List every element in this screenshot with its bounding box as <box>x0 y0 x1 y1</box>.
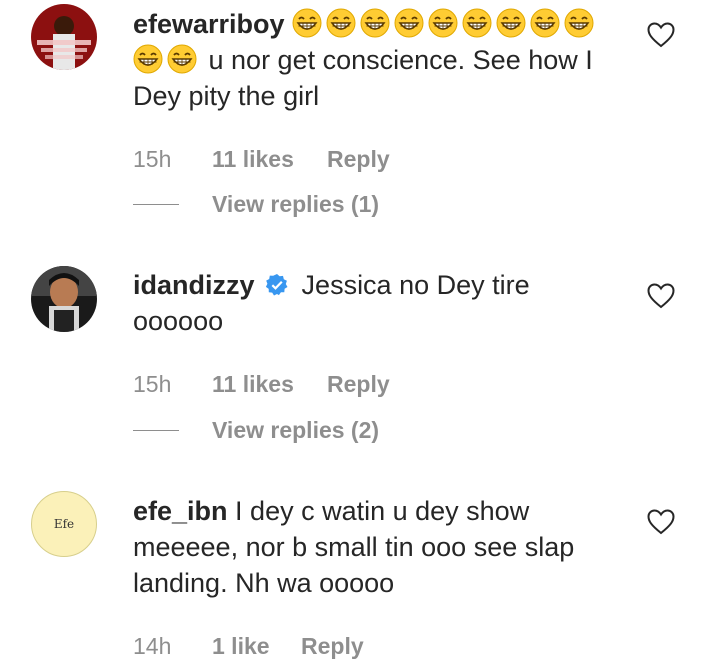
grinning-squinting-emoji-icon <box>496 8 526 38</box>
like-heart-icon[interactable] <box>647 509 675 535</box>
grinning-squinting-emoji-icon <box>462 8 492 38</box>
view-replies-link[interactable]: View replies (2) <box>212 415 379 445</box>
grinning-squinting-emoji-icon <box>530 8 560 38</box>
grinning-squinting-emoji-icon <box>564 8 594 38</box>
replies-divider <box>133 430 179 431</box>
grinning-squinting-emoji-icon <box>326 8 356 38</box>
like-heart-icon[interactable] <box>647 22 675 48</box>
likes-count[interactable]: 11 likes <box>212 369 294 399</box>
username[interactable]: idandizzy <box>133 270 255 300</box>
comment-body: u nor get conscience. See how I Dey pity… <box>133 45 593 111</box>
reply-button[interactable]: Reply <box>327 369 390 399</box>
comment-text: idandizzy Jessica no Dey tire oooooo <box>133 267 613 339</box>
grinning-squinting-emoji-icon <box>292 8 322 38</box>
avatar[interactable] <box>31 4 97 70</box>
timestamp: 15h <box>133 146 172 172</box>
grinning-squinting-emoji-icon <box>360 8 390 38</box>
like-heart-icon[interactable] <box>647 283 675 309</box>
likes-count[interactable]: 1 like <box>212 631 270 661</box>
grinning-squinting-emoji-icon <box>133 44 163 74</box>
username[interactable]: efewarriboy <box>133 9 285 39</box>
grinning-squinting-emoji-icon <box>394 8 424 38</box>
likes-count[interactable]: 11 likes <box>212 144 294 174</box>
reply-button[interactable]: Reply <box>301 631 364 661</box>
verified-badge-icon <box>265 273 289 297</box>
grinning-squinting-emoji-icon <box>428 8 458 38</box>
timestamp: 15h <box>133 371 172 397</box>
reply-button[interactable]: Reply <box>327 144 390 174</box>
replies-divider <box>133 204 179 205</box>
avatar[interactable]: Efe <box>31 491 97 557</box>
grinning-squinting-emoji-icon <box>167 44 197 74</box>
comment-text: efe_ibn I dey c watin u dey show meeeee,… <box>133 493 613 601</box>
avatar-text: Efe <box>53 517 75 531</box>
comment-text: efewarriboy u nor get conscience. See ho… <box>133 6 613 114</box>
timestamp: 14h <box>133 633 172 659</box>
username[interactable]: efe_ibn <box>133 496 228 526</box>
view-replies-link[interactable]: View replies (1) <box>212 189 379 219</box>
avatar[interactable] <box>31 266 97 332</box>
